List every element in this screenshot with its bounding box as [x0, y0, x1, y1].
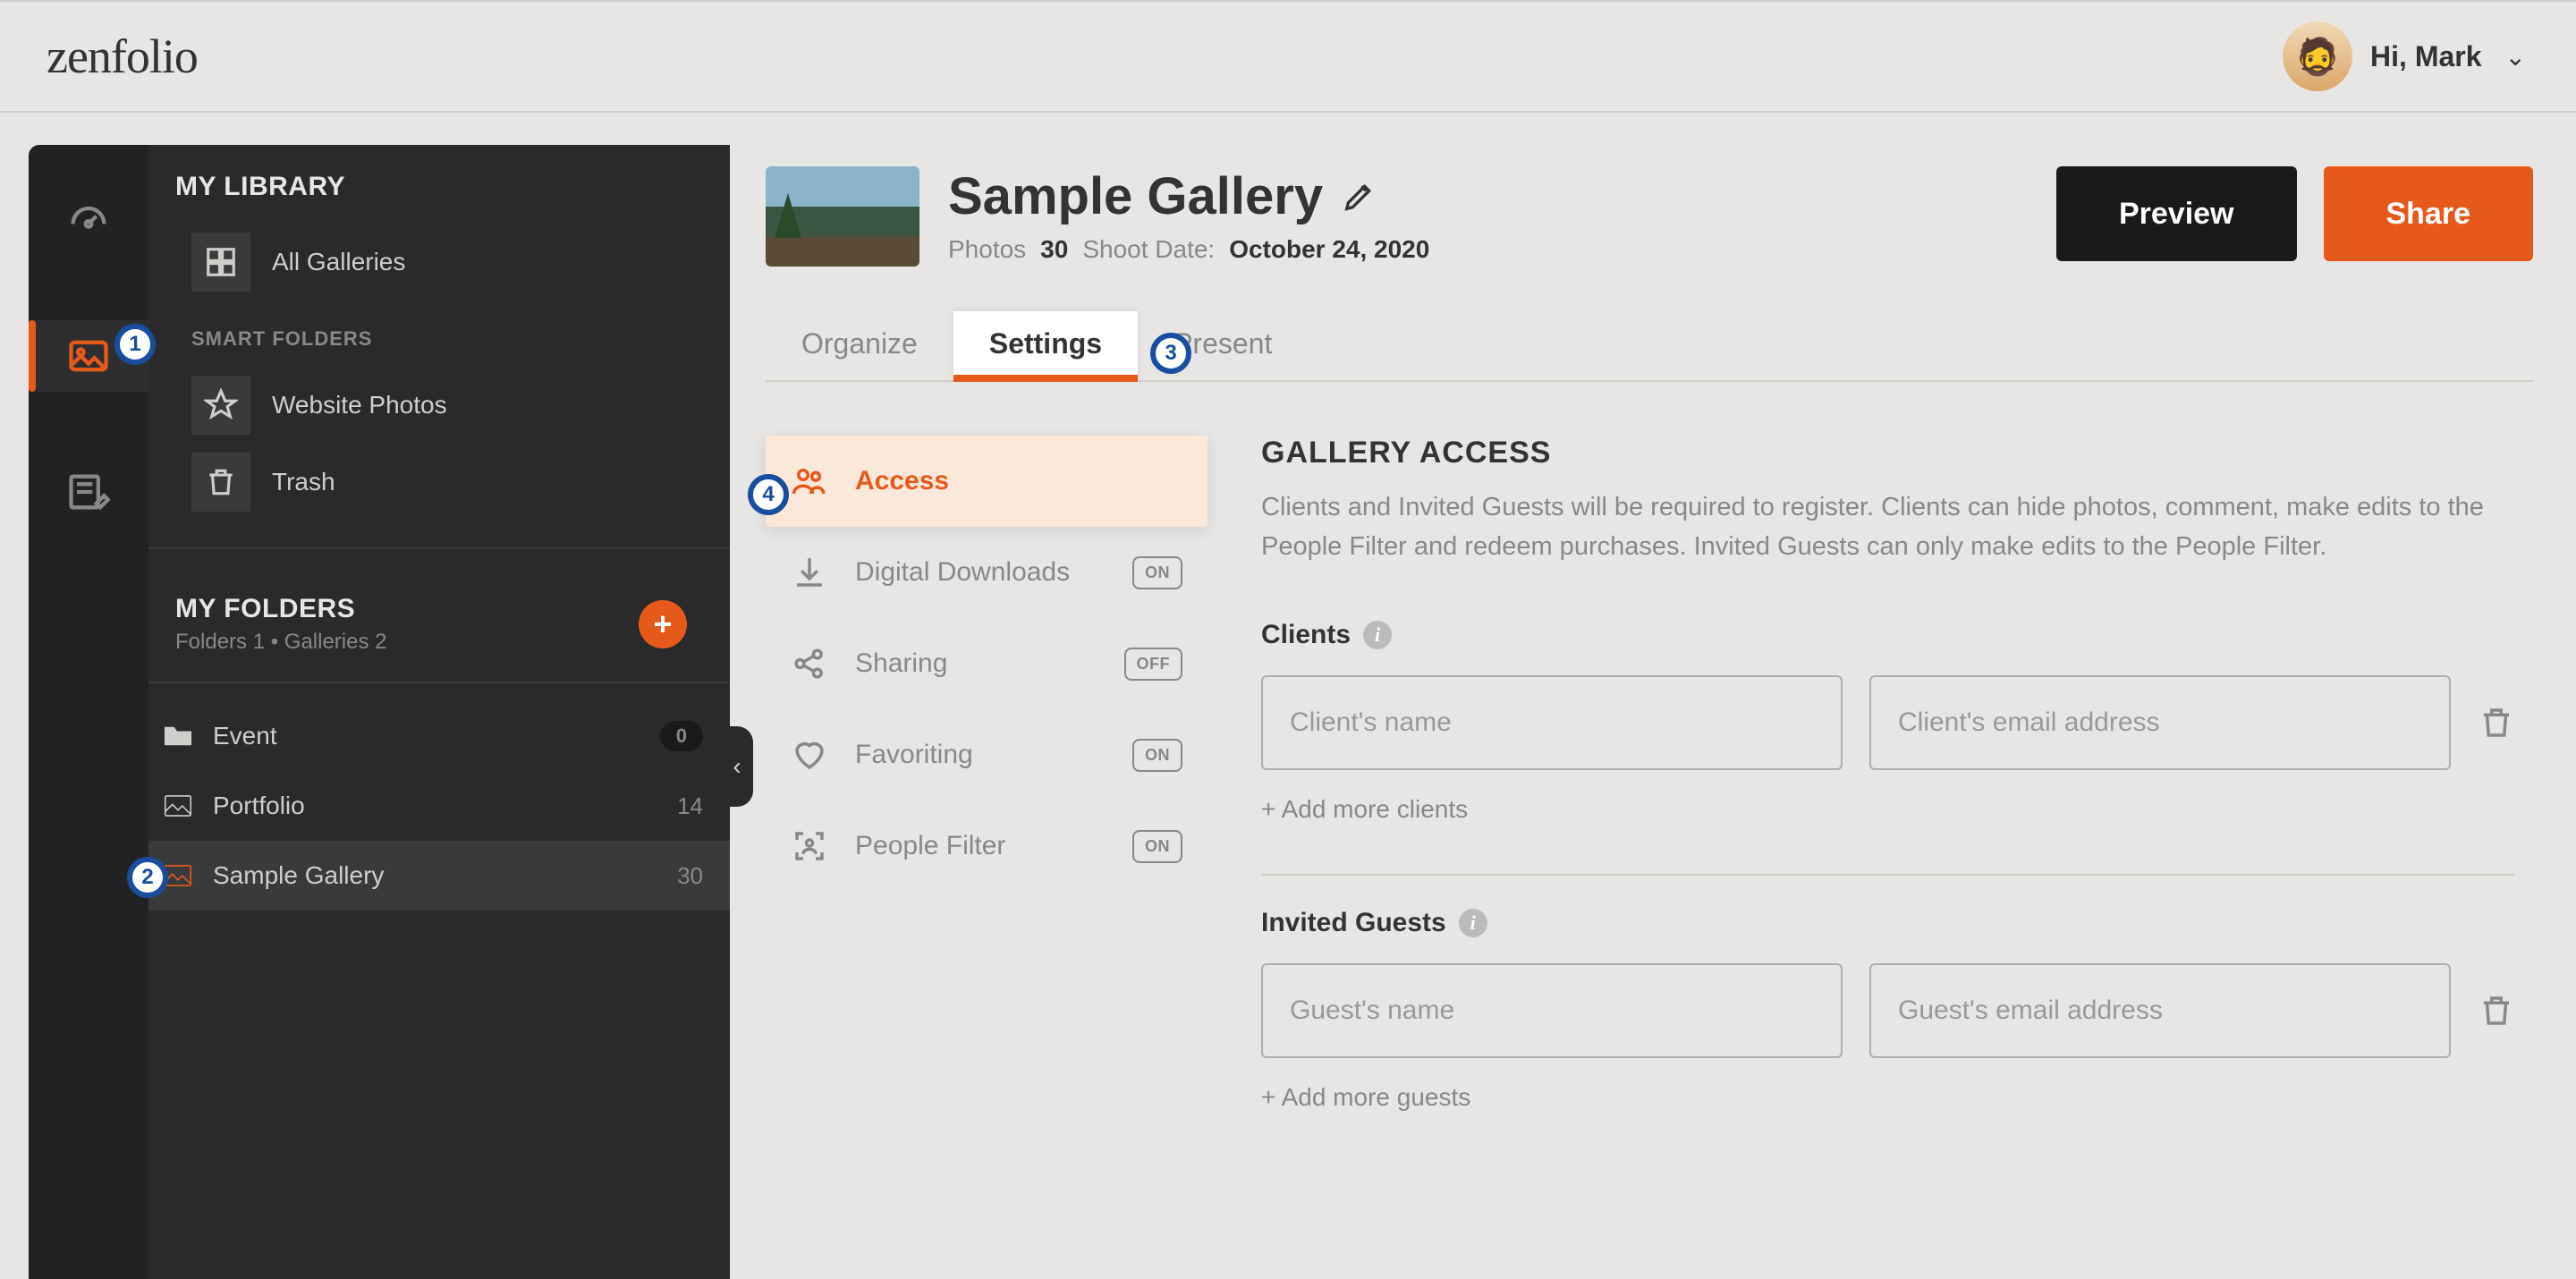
client-name-input[interactable]: [1261, 675, 1843, 770]
chevron-down-icon: ⌄: [2505, 42, 2526, 72]
clients-label: Clients i: [1261, 620, 2515, 650]
sidebar-all-galleries[interactable]: All Galleries: [175, 224, 703, 301]
step-badge-3: 3: [1150, 333, 1191, 374]
rail-website[interactable]: [29, 456, 148, 528]
guests-label: Invited Guests i: [1261, 908, 2515, 938]
folder-count: 0: [660, 721, 703, 751]
off-badge: OFF: [1124, 648, 1183, 681]
logo[interactable]: zenfolio: [47, 29, 198, 84]
smart-folders-heading: SMART FOLDERS: [191, 327, 703, 351]
nav-people-filter[interactable]: People Filter ON: [766, 800, 1208, 892]
guest-email-input[interactable]: [1869, 963, 2451, 1058]
image-icon: [161, 789, 195, 823]
step-badge-2: 2: [127, 857, 168, 898]
step-badge-1: 1: [114, 324, 156, 365]
nav-downloads[interactable]: Digital Downloads ON: [766, 527, 1208, 618]
gauge-icon: [65, 197, 112, 243]
download-icon: [791, 554, 828, 591]
on-badge: ON: [1132, 739, 1182, 772]
trash-icon[interactable]: [2478, 992, 2515, 1029]
library-heading: MY LIBRARY: [175, 172, 703, 202]
folder-icon: [161, 719, 195, 753]
gallery-title: Sample Gallery: [948, 166, 2028, 226]
sidebar: MY LIBRARY All Galleries SMART FOLDERS W…: [148, 145, 730, 1279]
photos-label: Photos: [948, 235, 1026, 264]
folders-meta: Folders 1 • Galleries 2: [175, 630, 387, 655]
trash-icon[interactable]: [2478, 704, 2515, 741]
folder-sample-gallery[interactable]: Sample Gallery 30: [148, 841, 730, 911]
share-icon: [791, 645, 828, 682]
folder-event[interactable]: Event 0: [148, 701, 730, 771]
folder-portfolio[interactable]: Portfolio 14: [148, 771, 730, 841]
access-description: Clients and Invited Guests will be requi…: [1261, 488, 2515, 566]
page-edit-icon: [65, 469, 112, 515]
nav-favoriting[interactable]: Favoriting ON: [766, 709, 1208, 800]
tabs: Organize Settings Present: [766, 311, 2533, 382]
avatar: 🧔: [2283, 21, 2352, 91]
tab-settings[interactable]: Settings: [953, 311, 1138, 380]
preview-button[interactable]: Preview: [2056, 166, 2297, 261]
step-badge-4: 4: [748, 474, 789, 515]
topbar: zenfolio 🧔 Hi, Mark ⌄: [0, 0, 2576, 113]
heart-icon: [791, 736, 828, 774]
star-icon: [204, 388, 238, 422]
shoot-date: October 24, 2020: [1229, 235, 1429, 264]
client-email-input[interactable]: [1869, 675, 2451, 770]
face-scan-icon: [791, 827, 828, 865]
trash-icon: [204, 465, 238, 499]
add-clients-link[interactable]: + Add more clients: [1261, 795, 2515, 824]
grid-icon: [204, 245, 238, 279]
pencil-icon[interactable]: [1341, 179, 1377, 215]
folder-count: 14: [677, 792, 703, 820]
rail-dashboard[interactable]: [29, 184, 148, 256]
photos-count: 30: [1040, 235, 1068, 264]
my-folders-heading: MY FOLDERS: [175, 594, 387, 624]
on-badge: ON: [1132, 556, 1182, 589]
people-icon: [791, 462, 828, 500]
folder-count: 30: [677, 862, 703, 890]
on-badge: ON: [1132, 830, 1182, 863]
add-folder-button[interactable]: +: [639, 600, 687, 648]
guest-name-input[interactable]: [1261, 963, 1843, 1058]
nav-access[interactable]: Access: [766, 436, 1208, 527]
tab-organize[interactable]: Organize: [766, 311, 953, 380]
gallery-thumbnail: [766, 166, 919, 267]
access-heading: GALLERY ACCESS: [1261, 436, 2515, 470]
nav-rail: [29, 145, 148, 1279]
share-button[interactable]: Share: [2324, 166, 2534, 261]
collapse-sidebar[interactable]: ‹: [721, 726, 753, 807]
shoot-label: Shoot Date:: [1082, 235, 1215, 264]
user-greeting: Hi, Mark: [2370, 40, 2481, 73]
main-content: Sample Gallery Photos 30 Shoot Date: Oct…: [730, 145, 2547, 1279]
image-icon: [65, 333, 112, 379]
user-menu[interactable]: 🧔 Hi, Mark ⌄: [2283, 21, 2526, 91]
info-icon[interactable]: i: [1363, 621, 1392, 649]
settings-nav: Access Digital Downloads ON Sharing OFF …: [766, 436, 1208, 1112]
sidebar-website-photos[interactable]: Website Photos: [175, 367, 703, 444]
nav-sharing[interactable]: Sharing OFF: [766, 618, 1208, 709]
add-guests-link[interactable]: + Add more guests: [1261, 1083, 2515, 1112]
sidebar-trash[interactable]: Trash: [175, 444, 703, 521]
info-icon[interactable]: i: [1459, 909, 1487, 937]
